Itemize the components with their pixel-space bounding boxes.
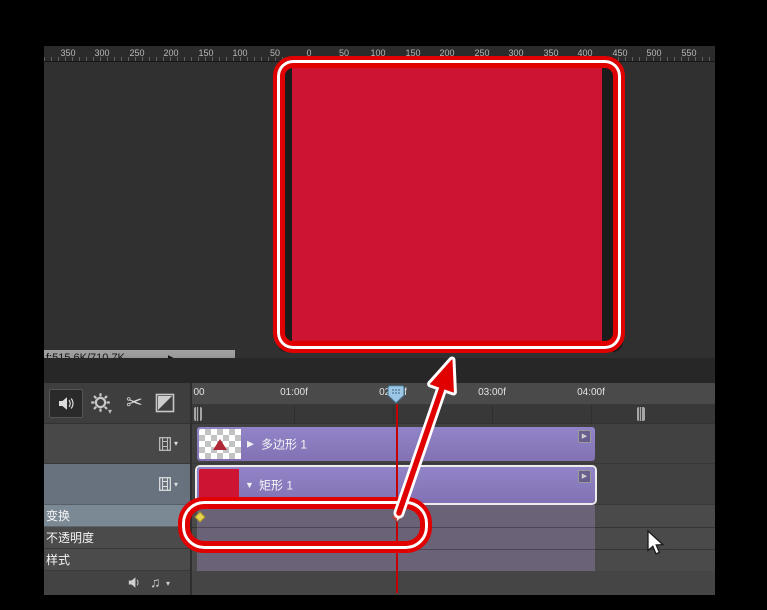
speaker-icon (58, 396, 75, 411)
time-tick (393, 405, 394, 424)
time-tick (199, 405, 200, 424)
gear-dropdown-icon[interactable]: ▾ (108, 407, 112, 416)
photoshop-window: 3503002502001501005005010015020025030035… (0, 0, 767, 610)
property-row-opacity[interactable]: 不透明度 (44, 527, 190, 549)
filmstrip-icon (159, 477, 171, 491)
time-ruler-label: 03:00f (478, 387, 506, 398)
track-controls-rectangle: ▾ (44, 464, 190, 505)
polygon-thumbnail-shape (213, 439, 227, 450)
time-ruler-label: 00 (193, 387, 204, 398)
ruler-label: 250 (129, 48, 144, 58)
ruler-label: 500 (646, 48, 661, 58)
disclosure-triangle-icon[interactable]: ▶ (247, 439, 254, 450)
time-tick (492, 405, 493, 424)
video-track-menu[interactable]: ▾ (159, 477, 178, 491)
clip-end-button[interactable]: ▶ (578, 430, 591, 443)
ruler-label: 300 (94, 48, 109, 58)
work-area-start-handle[interactable] (194, 407, 202, 421)
ruler-label: 350 (60, 48, 75, 58)
annotation-keyframe-highlight (178, 497, 432, 553)
time-tick (591, 405, 592, 424)
work-area-bar (190, 405, 715, 424)
music-note-icon[interactable]: ♫ (150, 574, 161, 590)
chevron-down-icon: ▾ (174, 480, 178, 489)
property-row-transform[interactable]: 变换 (44, 505, 190, 527)
clip-label: 多边形 1 (261, 436, 307, 453)
ruler-label: 200 (163, 48, 178, 58)
annotation-canvas-highlight (273, 56, 625, 353)
chevron-down-icon: ▾ (174, 439, 178, 448)
audio-track-controls: ♫ ▾ (44, 571, 190, 595)
track-controls-polygon: ▾ (44, 424, 190, 464)
column-divider (190, 383, 192, 595)
time-ruler-label: 01:00f (280, 387, 308, 398)
disclosure-triangle-icon[interactable]: ▼ (245, 480, 254, 490)
property-row-style[interactable]: 样式 (44, 549, 190, 571)
ruler-label: 450 (612, 48, 627, 58)
timeline-time-ruler[interactable]: 0001:00f02:00f03:00f04:00f (190, 383, 715, 405)
ruler-label: 100 (232, 48, 247, 58)
ruler-label: 550 (681, 48, 696, 58)
timeline-panel: ▾ ✂ ▾ (44, 383, 715, 595)
timeline-toolbar: ▾ ✂ (44, 383, 190, 424)
time-ruler-label: 04:00f (577, 387, 605, 398)
transition-icon[interactable] (155, 393, 175, 413)
chevron-down-icon[interactable]: ▾ (166, 579, 170, 588)
clip-end-button[interactable]: ▶ (578, 470, 591, 483)
speaker-icon[interactable] (128, 576, 142, 589)
ruler-label: 50 (270, 48, 280, 58)
playhead-marker[interactable] (387, 385, 405, 404)
mute-audio-button[interactable] (49, 389, 83, 418)
clip-thumbnail (199, 429, 241, 459)
audio-track-lane (190, 571, 715, 595)
time-tick (294, 405, 295, 424)
filmstrip-icon (159, 437, 171, 451)
clip-label: 矩形 1 (259, 477, 293, 494)
ruler-label: 150 (198, 48, 213, 58)
work-area-end-handle[interactable] (637, 407, 645, 421)
scissors-icon[interactable]: ✂ (126, 390, 143, 415)
timeline-left-column: ▾ ✂ ▾ (44, 383, 190, 595)
video-track-menu[interactable]: ▾ (159, 437, 178, 451)
video-track-polygon: ▶ 多边形 1 ▶ (190, 424, 715, 464)
panel-gap (44, 358, 715, 383)
